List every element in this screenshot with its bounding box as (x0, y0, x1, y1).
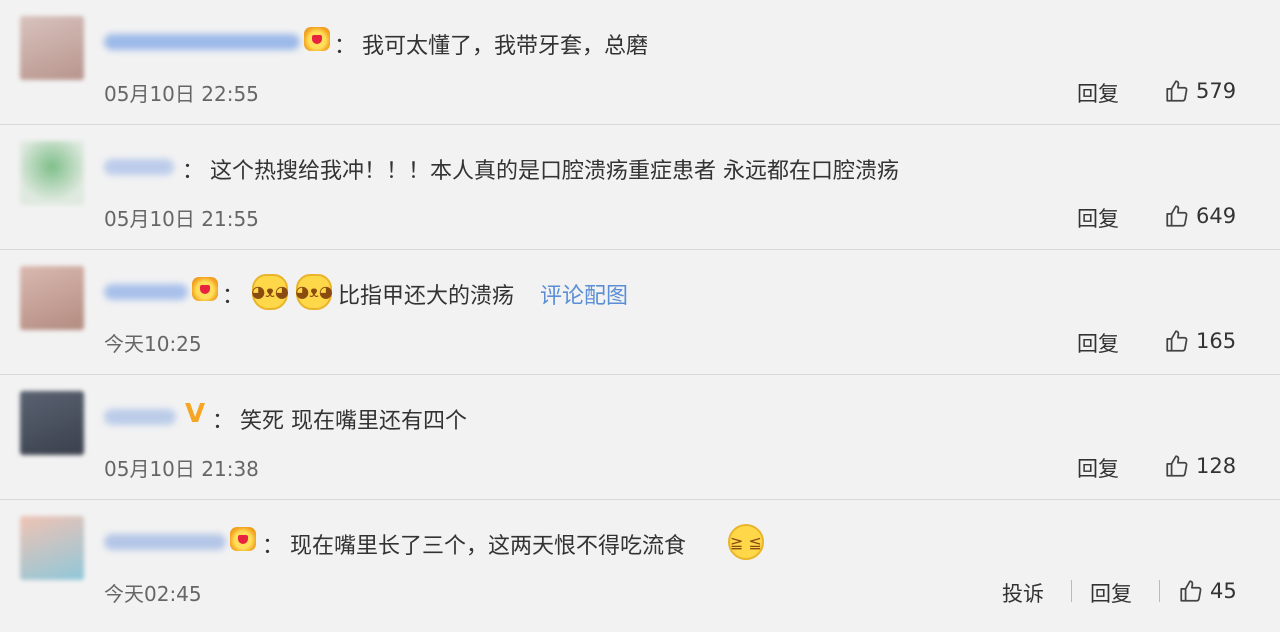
reply-button[interactable]: 回复 (1077, 453, 1119, 483)
colon: ： (334, 34, 357, 59)
comment-item: ： 现在嘴里长了三个，这两天恨不得吃流食 ≧ ≦ 今天02:45 投诉 回复 4… (0, 500, 1280, 625)
like-count: 165 (1196, 329, 1237, 353)
report-button[interactable]: 投诉 (1002, 578, 1044, 608)
thumbs-up-icon (1166, 455, 1188, 477)
timestamp: 05月10日 22:55 (104, 82, 259, 106)
crown-badge-icon (302, 24, 332, 54)
username[interactable] (104, 409, 176, 425)
like-count: 579 (1196, 79, 1237, 103)
avatar[interactable] (20, 16, 84, 80)
comment-item: ： 这个热搜给我冲！！！本人真的是口腔溃疡重症患者 永远都在口腔溃疡 05月10… (0, 125, 1280, 250)
avatar[interactable] (20, 266, 84, 330)
crown-badge-icon (228, 524, 258, 554)
thumbs-up-icon (1166, 205, 1188, 227)
thumbs-up-icon (1166, 330, 1188, 352)
comment-image-link[interactable]: 评论配图 (540, 278, 628, 310)
action-divider (1071, 580, 1072, 602)
like-count: 45 (1210, 579, 1237, 603)
comment-text: 这个热搜给我冲！！！本人真的是口腔溃疡重症患者 永远都在口腔溃疡 (210, 159, 899, 184)
like-button[interactable]: 579 (1164, 78, 1236, 104)
like-button[interactable]: 128 (1164, 453, 1236, 479)
username[interactable] (104, 34, 300, 50)
avatar[interactable] (20, 516, 84, 580)
reply-button[interactable]: 回复 (1077, 78, 1119, 108)
reply-button[interactable]: 回复 (1090, 578, 1132, 608)
cat-face-emoji: ◕ᴥ◕ (251, 274, 289, 310)
like-button[interactable]: 45 (1178, 578, 1237, 604)
timestamp: 今天02:45 (104, 582, 202, 606)
action-divider (1159, 580, 1160, 602)
comment-text: 比指甲还大的溃疡 (338, 284, 515, 309)
colon: ： (212, 409, 235, 434)
avatar[interactable] (20, 391, 84, 455)
comment-item: V ： 笑死 现在嘴里还有四个 05月10日 21:38 回复 128 (0, 375, 1280, 500)
comment-item: ： 我可太懂了，我带牙套，总磨 05月10日 22:55 回复 579 (0, 0, 1280, 125)
like-button[interactable]: 649 (1164, 203, 1236, 229)
timestamp: 05月10日 21:38 (104, 457, 259, 481)
username[interactable] (104, 284, 188, 300)
comment-text: 笑死 现在嘴里还有四个 (240, 409, 467, 434)
comment-item: ： ◕ᴥ◕ ◕ᴥ◕ 比指甲还大的溃疡 评论配图 今天10:25 回复 165 (0, 250, 1280, 375)
like-count: 128 (1196, 454, 1237, 478)
timestamp: 05月10日 21:55 (104, 207, 259, 231)
vip-v-badge-icon: V (184, 399, 206, 429)
like-button[interactable]: 165 (1164, 328, 1236, 354)
avatar[interactable] (20, 141, 84, 205)
colon: ： (262, 534, 285, 559)
username[interactable] (104, 534, 226, 550)
crown-badge-icon (190, 274, 220, 304)
thumbs-up-icon (1180, 580, 1202, 602)
like-count: 649 (1196, 204, 1237, 228)
colon: ： (222, 284, 245, 309)
timestamp: 今天10:25 (104, 332, 202, 356)
username[interactable] (104, 159, 174, 175)
thumbs-up-icon (1166, 80, 1188, 102)
colon: ： (182, 159, 205, 184)
comment-text: 现在嘴里长了三个，这两天恨不得吃流食 (290, 534, 687, 559)
reply-button[interactable]: 回复 (1077, 328, 1119, 358)
reply-button[interactable]: 回复 (1077, 203, 1119, 233)
crying-face-emoji: ≧ ≦ (728, 524, 764, 560)
cat-face-emoji: ◕ᴥ◕ (295, 274, 333, 310)
comment-text: 我可太懂了，我带牙套，总磨 (362, 34, 649, 59)
